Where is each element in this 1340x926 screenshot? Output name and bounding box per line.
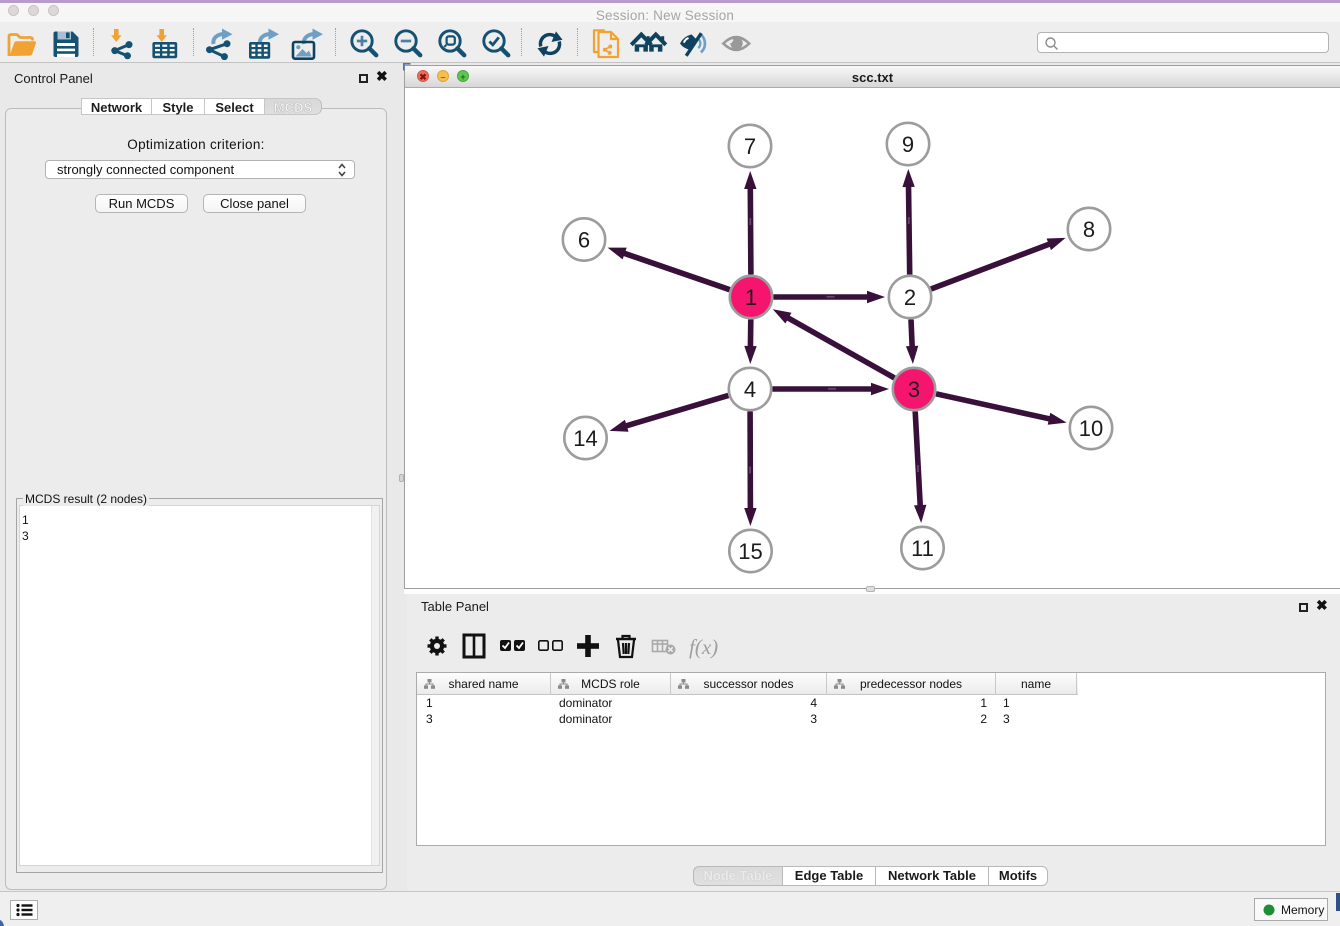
svg-text:3: 3 (908, 377, 920, 402)
svg-text:14: 14 (573, 426, 597, 451)
svg-text:1: 1 (745, 285, 757, 310)
svg-text:10: 10 (1079, 416, 1103, 441)
svg-text:4: 4 (744, 377, 756, 402)
svg-text:7: 7 (744, 134, 756, 159)
svg-text:15: 15 (738, 539, 762, 564)
svg-text:2: 2 (904, 285, 916, 310)
svg-text:8: 8 (1083, 217, 1095, 242)
svg-text:9: 9 (902, 132, 914, 157)
svg-text:f(x): f(x) (689, 635, 718, 659)
svg-text:11: 11 (911, 536, 934, 561)
svg-text:6: 6 (578, 227, 590, 252)
